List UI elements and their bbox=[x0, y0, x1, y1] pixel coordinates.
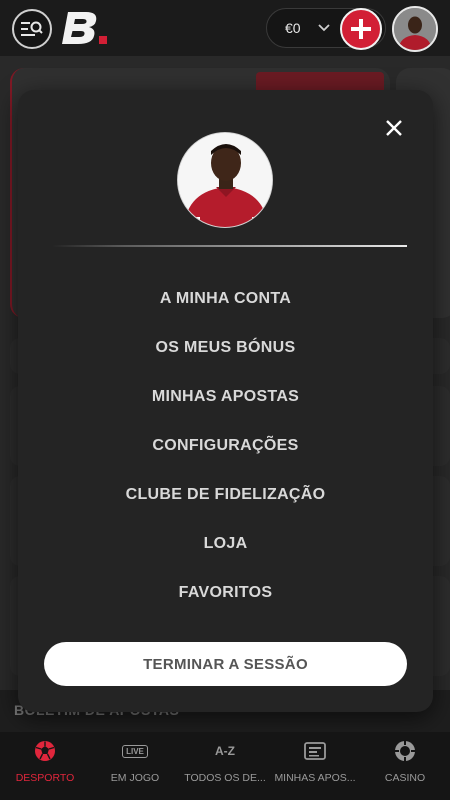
chevron-down-icon bbox=[318, 24, 330, 32]
menu-item-label: LOJA bbox=[203, 534, 248, 552]
divider bbox=[52, 245, 407, 247]
nav-label: TODOS OS DE... bbox=[184, 772, 266, 784]
deposit-button[interactable] bbox=[340, 8, 382, 50]
menu-item-loyalty-club[interactable]: CLUBE DE FIDELIZAÇÃO bbox=[18, 470, 433, 519]
nav-sports[interactable]: DESPORTO bbox=[0, 732, 90, 800]
profile-avatar bbox=[177, 132, 273, 228]
bottom-nav: DESPORTO LIVE EM JOGO A-Z TODOS OS DE... bbox=[0, 732, 450, 800]
a-z-icon: A-Z bbox=[215, 744, 235, 758]
menu-item-favorites[interactable]: FAVORITOS bbox=[18, 568, 433, 617]
nav-all-sports[interactable]: A-Z TODOS OS DE... bbox=[180, 732, 270, 800]
nav-live[interactable]: LIVE EM JOGO bbox=[90, 732, 180, 800]
nav-label: MINHAS APOS... bbox=[274, 772, 356, 784]
menu-item-label: A MINHA CONTA bbox=[159, 289, 292, 307]
nav-label: DESPORTO bbox=[15, 772, 75, 784]
menu-item-label: CLUBE DE FIDELIZAÇÃO bbox=[125, 485, 326, 503]
profile-avatar-button[interactable] bbox=[392, 6, 438, 52]
soccer-ball-icon bbox=[35, 741, 55, 761]
menu-item-label: MINHAS APOSTAS bbox=[151, 387, 300, 405]
menu-search-icon bbox=[21, 21, 43, 36]
player-avatar-icon bbox=[178, 133, 272, 227]
nav-casino[interactable]: CASINO bbox=[360, 732, 450, 800]
menu-search-button[interactable] bbox=[12, 9, 52, 49]
bet-slip-icon bbox=[304, 742, 326, 760]
nav-label: CASINO bbox=[384, 772, 426, 784]
account-menu-modal: A MINHA CONTA OS MEUS BÓNUS MINHAS APOST… bbox=[18, 90, 433, 712]
menu-item-shop[interactable]: LOJA bbox=[18, 519, 433, 568]
menu-item-label: OS MEUS BÓNUS bbox=[155, 338, 296, 356]
menu-item-my-bets[interactable]: MINHAS APOSTAS bbox=[18, 372, 433, 421]
player-avatar-icon bbox=[394, 8, 436, 50]
app-screen: €0 BOLETIM DE APOSTAS bbox=[0, 0, 450, 800]
plus-icon bbox=[351, 19, 371, 39]
balance-text: €0 bbox=[285, 20, 301, 36]
close-icon bbox=[386, 120, 402, 136]
nav-my-bets[interactable]: MINHAS APOS... bbox=[270, 732, 360, 800]
nav-label: EM JOGO bbox=[110, 772, 160, 784]
account-menu-list: A MINHA CONTA OS MEUS BÓNUS MINHAS APOST… bbox=[18, 274, 433, 617]
menu-item-label: CONFIGURAÇÕES bbox=[152, 436, 299, 454]
menu-item-label: FAVORITOS bbox=[178, 583, 273, 601]
live-icon: LIVE bbox=[122, 744, 148, 758]
menu-item-my-account[interactable]: A MINHA CONTA bbox=[18, 274, 433, 323]
menu-item-my-bonuses[interactable]: OS MEUS BÓNUS bbox=[18, 323, 433, 372]
top-bar: €0 bbox=[0, 0, 450, 56]
casino-chip-icon bbox=[395, 741, 415, 761]
brand-logo[interactable] bbox=[62, 10, 110, 46]
menu-item-settings[interactable]: CONFIGURAÇÕES bbox=[18, 421, 433, 470]
logout-button[interactable]: TERMINAR A SESSÃO bbox=[44, 642, 407, 686]
close-button[interactable] bbox=[380, 114, 408, 142]
logout-label: TERMINAR A SESSÃO bbox=[143, 655, 308, 673]
